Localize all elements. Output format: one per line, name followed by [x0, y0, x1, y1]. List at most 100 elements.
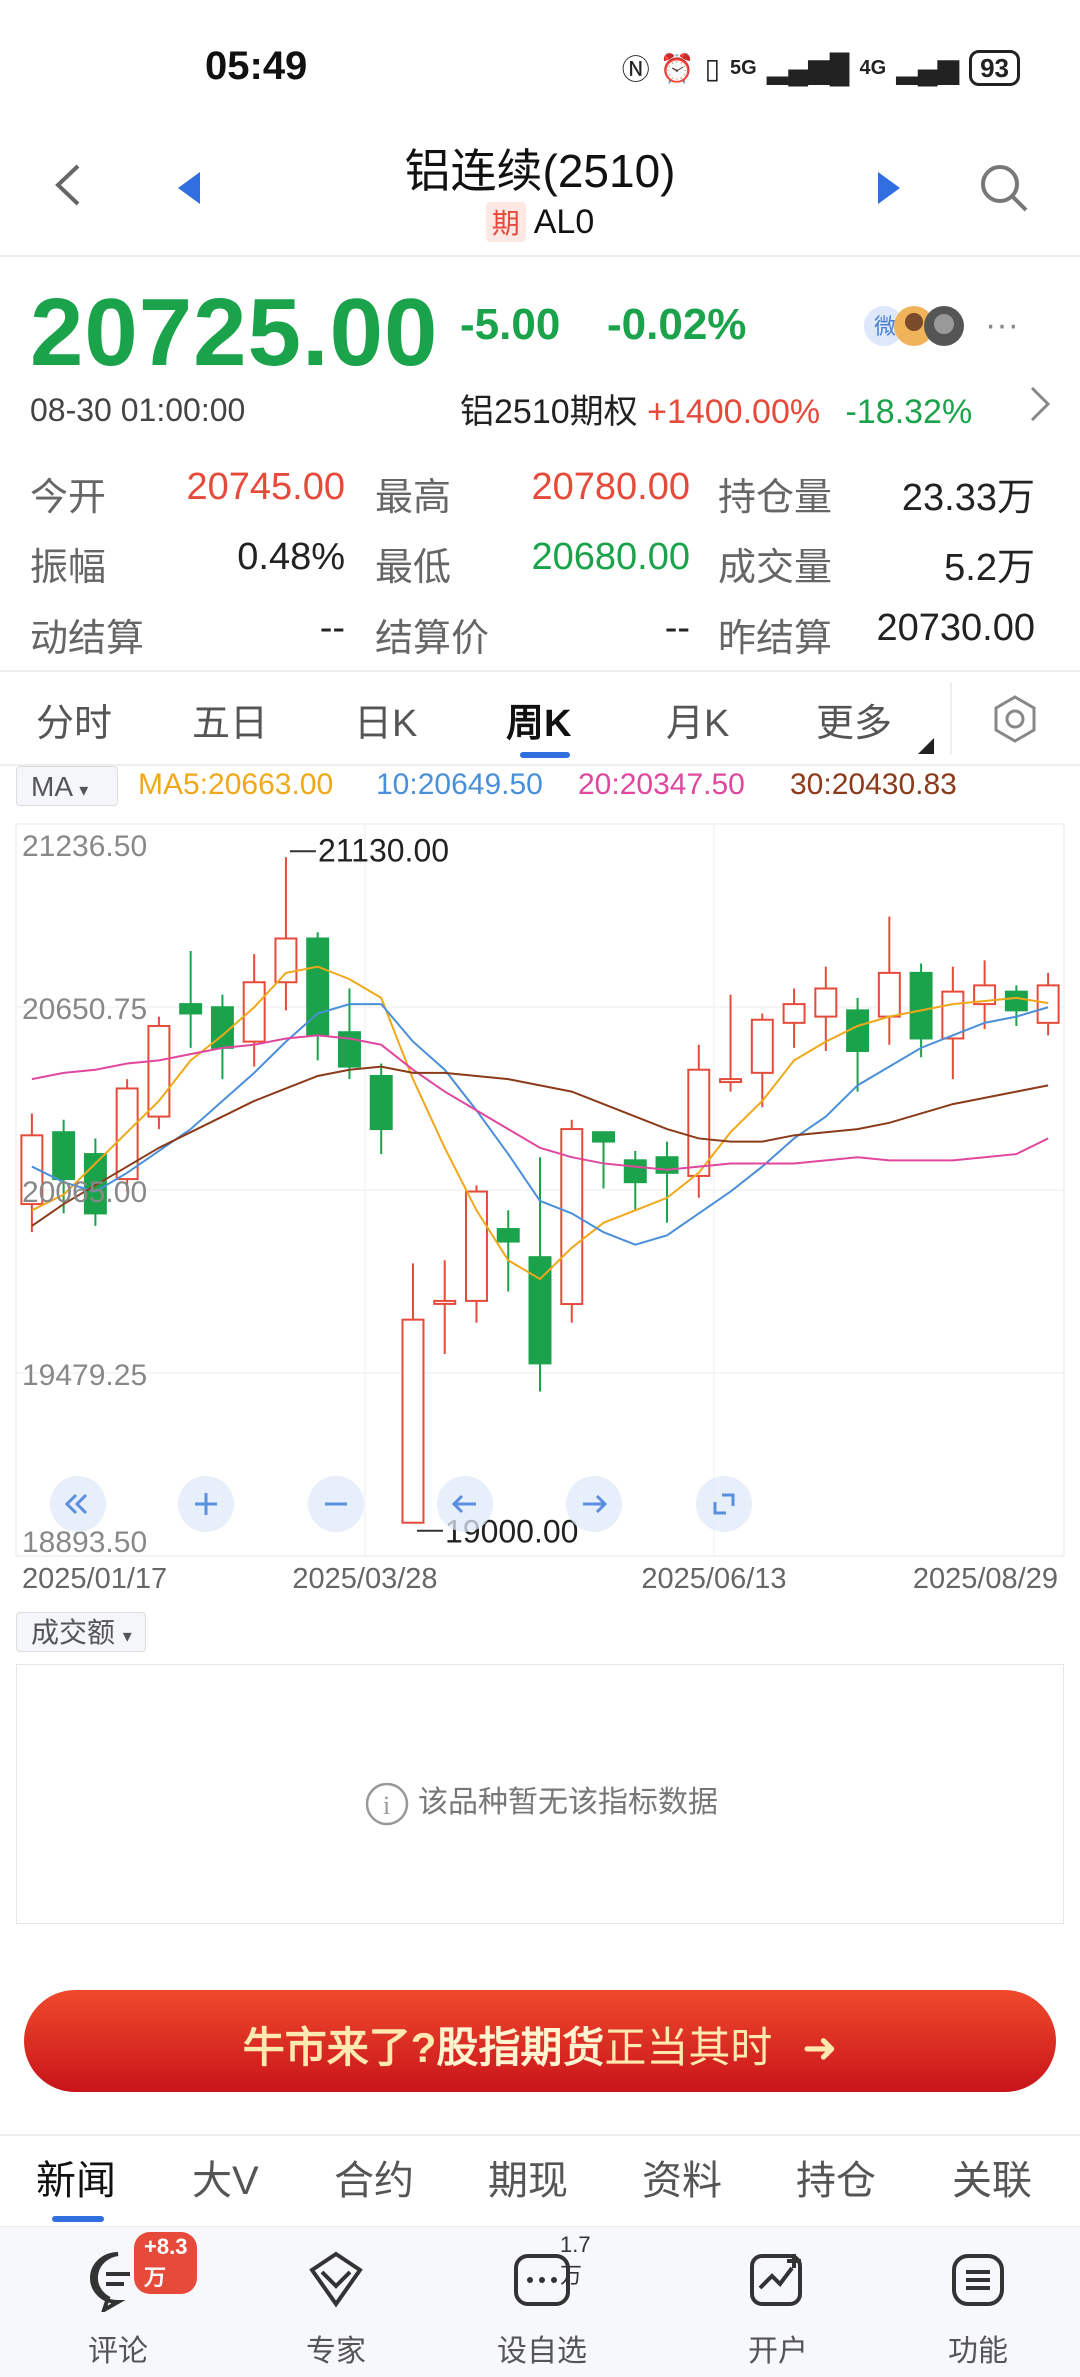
page-title: 铝连续(2510): [404, 145, 676, 197]
bottom-nav-item[interactable]: 设自选 1.7万: [472, 2232, 612, 2368]
tab-more[interactable]: 更多: [816, 692, 892, 747]
tab-five-day[interactable]: 五日: [192, 692, 268, 747]
candle-body: [147, 1024, 171, 1118]
dropdown-icon-2: ▾: [122, 1626, 132, 1646]
arrow-right-icon: ➜: [802, 2024, 838, 2071]
stat-value: --: [664, 607, 690, 649]
candle-body: [465, 1190, 488, 1302]
candle-body: [496, 1228, 520, 1243]
arrow-left-icon[interactable]: [437, 1476, 493, 1532]
candle-body: [1004, 990, 1028, 1012]
promo-part2: 股指期货: [436, 2024, 605, 2071]
vibrate-icon: ▯: [704, 52, 721, 84]
news-tab-4[interactable]: 资料: [642, 2148, 722, 2206]
x-axis-label: 2025/01/17: [22, 1563, 167, 1595]
search-button[interactable]: [978, 162, 1030, 214]
contract-code: 期 AL0: [0, 202, 1080, 242]
ma10-value: 10:20649.50: [376, 768, 543, 801]
price-change: -5.00: [460, 300, 561, 349]
more-corner-icon: [918, 738, 934, 754]
alarm-icon: ⏰: [659, 52, 695, 84]
search-icon: [981, 165, 1028, 212]
kline-chart[interactable]: 21236.5020650.7520065.0019479.2518893.50…: [0, 820, 1080, 1620]
signal-5g-icon: 5G: [730, 56, 757, 79]
next-contract-button[interactable]: [878, 172, 900, 204]
option-row[interactable]: 铝2510期权 +1400.00% -18.32%: [460, 384, 972, 433]
news-tab-3[interactable]: 期现: [488, 2148, 568, 2206]
news-tab-6[interactable]: 关联: [952, 2148, 1032, 2206]
news-tab-0[interactable]: 新闻: [36, 2148, 116, 2206]
social-avatars[interactable]: 微: [862, 300, 982, 350]
volume-indicator-selector[interactable]: 成交额 ▾: [16, 1612, 146, 1652]
header: 铝连续(2510) 期 AL0: [0, 130, 1080, 257]
bottom-nav-badge: 1.7万: [560, 2232, 591, 2288]
promo-part1: 牛市来了?: [242, 2024, 437, 2071]
option-up: +1400.00%: [647, 393, 821, 431]
tab-monthly-k[interactable]: 月K: [666, 692, 729, 747]
signal-bars-icon-2: ▂▄▆: [896, 52, 960, 84]
candle-body: [687, 1068, 711, 1177]
candle-body: [909, 971, 933, 1040]
candle-body: [814, 987, 838, 1018]
candle-body: [179, 1003, 203, 1015]
candle-body: [782, 1003, 806, 1024]
zoom-in-icon[interactable]: [178, 1476, 234, 1532]
bottom-nav-label: 功能: [948, 2335, 1008, 2368]
tab-weekly-k[interactable]: 周K: [506, 692, 571, 747]
stat-value: 0.48%: [237, 536, 345, 578]
bottom-nav-label: 评论: [88, 2335, 148, 2368]
chevron-right-icon[interactable]: [1028, 384, 1052, 429]
fullscreen-icon[interactable]: [696, 1476, 752, 1532]
expert-icon: [309, 2251, 363, 2308]
double-left-icon[interactable]: [50, 1476, 106, 1532]
stat-label: 昨结算: [718, 618, 833, 660]
zoom-out-icon[interactable]: [308, 1476, 364, 1532]
ma20-line: [31, 1034, 1049, 1171]
bottom-nav-item[interactable]: 专家: [266, 2238, 406, 2368]
promo-banner[interactable]: 牛市来了?股指期货正当其时 ➜: [24, 1990, 1056, 2092]
chart-settings-button[interactable]: [990, 694, 1040, 749]
max-price-label: 21130.00: [318, 832, 449, 868]
stat-label: 结算价: [375, 618, 490, 660]
last-price: 20725.00: [30, 279, 439, 386]
option-label: 铝2510期权: [460, 393, 638, 431]
candle-body: [592, 1131, 615, 1143]
candle-body: [401, 1318, 425, 1524]
candle-body: [719, 1078, 743, 1084]
status-time: 05:49: [205, 44, 308, 88]
more-icon[interactable]: ···: [985, 306, 1019, 345]
arrow-right-icon[interactable]: [566, 1476, 622, 1532]
news-tab-5[interactable]: 持仓: [796, 2148, 876, 2206]
active-tab-indicator: [520, 752, 570, 758]
candle-body: [274, 937, 298, 984]
candle-body: [52, 1131, 76, 1181]
tab-daily-k[interactable]: 日K: [354, 692, 417, 747]
stat-label: 振幅: [30, 547, 107, 589]
volume-selector-label: 成交额: [31, 1617, 116, 1648]
bottom-nav-item[interactable]: 开户: [708, 2238, 848, 2368]
signal-bars-icon: ▂▄▆█: [766, 52, 850, 84]
status-bar: 05:49 Ⓝ ⏰ ▯ 5G ▂▄▆█ 4G ▂▄▆ 93: [0, 0, 1080, 130]
bottom-nav-item[interactable]: 功能: [908, 2238, 1048, 2368]
news-tab-indicator: [52, 2216, 104, 2222]
quote-time: 08-30 01:00:00: [30, 392, 246, 428]
stat-value: 20780.00: [531, 466, 691, 508]
bottom-nav-badge: +8.3万: [134, 2232, 198, 2294]
candle-body: [369, 1074, 393, 1131]
stat-label: 最高: [375, 477, 452, 519]
news-tab-1[interactable]: 大V: [192, 2148, 259, 2206]
candle-body: [1036, 984, 1060, 1024]
volume-panel: i 该品种暂无该指标数据: [16, 1664, 1064, 1924]
y-axis-label: 20650.75: [22, 993, 147, 1026]
news-tab-2[interactable]: 合约: [334, 2148, 414, 2206]
indicator-selector[interactable]: MA ▾: [16, 766, 118, 806]
svg-text:微: 微: [874, 314, 896, 339]
settings-icon: [994, 695, 1036, 743]
stat-value: 23.33万: [901, 477, 1035, 519]
divider: [950, 682, 952, 754]
bottom-nav-item[interactable]: 评论 +8.3万: [48, 2232, 198, 2368]
battery-icon: 93: [969, 50, 1020, 86]
ma5-value: MA5:20663.00: [138, 768, 334, 801]
tab-intraday[interactable]: 分时: [36, 692, 112, 747]
svg-text:i: i: [383, 1791, 390, 1820]
